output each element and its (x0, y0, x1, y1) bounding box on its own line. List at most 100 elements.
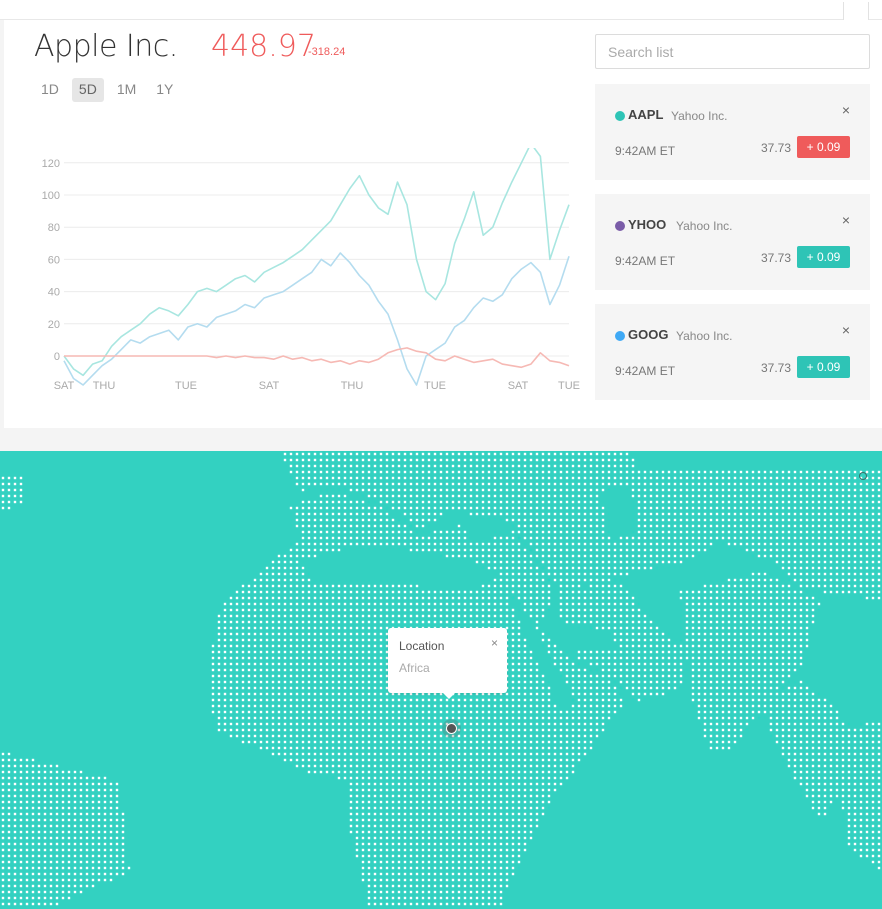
map-dot (565, 470, 569, 474)
map-dot (643, 644, 647, 648)
map-dot (307, 740, 311, 744)
map-dot (571, 704, 575, 708)
map-dot (445, 542, 449, 546)
map-dot (679, 494, 683, 498)
map-dot (619, 668, 623, 672)
range-1y[interactable]: 1Y (149, 78, 180, 102)
close-icon[interactable]: × (842, 102, 850, 118)
map-dot (367, 620, 371, 624)
map-dot (643, 638, 647, 642)
map-dot (589, 722, 593, 726)
map-dot (79, 800, 83, 804)
search-input[interactable] (595, 34, 870, 69)
map-dot (727, 500, 731, 504)
map-dot (229, 608, 233, 612)
map-dot (601, 710, 605, 714)
range-1m[interactable]: 1M (110, 78, 143, 102)
map-dot (589, 518, 593, 522)
map-dot (589, 566, 593, 570)
map-dot (583, 452, 587, 456)
map-dot (283, 758, 287, 762)
map-dot (469, 746, 473, 750)
map-dot (529, 752, 533, 756)
map-dot (295, 452, 299, 456)
watchlist-card[interactable]: YHOO Yahoo Inc. × 9:42AM ET 37.73 + 0.09 (595, 194, 870, 290)
map-dot (811, 536, 815, 540)
map-dot (823, 704, 827, 708)
map-dot (343, 698, 347, 702)
map-dot (679, 518, 683, 522)
map-dot (349, 524, 353, 528)
map-dot (847, 806, 851, 810)
map-dot (739, 518, 743, 522)
map-dot (547, 584, 551, 588)
map-dot (865, 722, 869, 726)
map-dot (721, 518, 725, 522)
map-dot (259, 734, 263, 738)
watchlist-card[interactable]: AAPL Yahoo Inc. × 9:42AM ET 37.73 + 0.09 (595, 84, 870, 180)
map-dot (835, 710, 839, 714)
map-dot (589, 734, 593, 738)
map-dot (661, 650, 665, 654)
map-dot (781, 530, 785, 534)
map-dot (595, 584, 599, 588)
close-icon[interactable]: × (842, 322, 850, 338)
map-dot (499, 536, 503, 540)
map-dot (517, 452, 521, 456)
map-dot (865, 506, 869, 510)
map-dot (487, 548, 491, 552)
map-dot (649, 650, 653, 654)
y-tick-label: 60 (48, 254, 60, 266)
map-dot (745, 644, 749, 648)
map-dot (343, 632, 347, 636)
map-dot (253, 626, 257, 630)
map-dot (577, 548, 581, 552)
topbar-button[interactable] (843, 2, 869, 22)
range-5d[interactable]: 5D (71, 78, 104, 102)
map-dot (787, 746, 791, 750)
map-dot (445, 500, 449, 504)
map-dot (733, 512, 737, 516)
map-dot (577, 458, 581, 462)
map-dot (535, 746, 539, 750)
map-dot (805, 602, 809, 606)
map-dot (43, 806, 47, 810)
map-dot (55, 782, 59, 786)
map-dot (541, 506, 545, 510)
map-dot (481, 584, 485, 588)
map-dot (571, 746, 575, 750)
map-dot (367, 452, 371, 456)
map-dot (229, 632, 233, 636)
map-dot (529, 608, 533, 612)
close-icon[interactable]: × (842, 212, 850, 228)
map-dot (13, 806, 17, 810)
map-dot (877, 572, 881, 576)
map-dot (727, 602, 731, 606)
map-dot (829, 746, 833, 750)
map-dot (367, 662, 371, 666)
map-dot (787, 692, 791, 696)
map-dot (307, 554, 311, 558)
watchlist-card[interactable]: GOOG Yahoo Inc. × 9:42AM ET 37.73 + 0.09 (595, 304, 870, 400)
map-dot (655, 650, 659, 654)
range-1d[interactable]: 1D (34, 78, 66, 102)
map-dot (673, 548, 677, 552)
price-change: -318.24 (308, 46, 346, 58)
map-dot (829, 752, 833, 756)
map-dot (757, 470, 761, 474)
map-dot (457, 464, 461, 468)
map-dot (601, 698, 605, 702)
map-dot (613, 656, 617, 660)
map-dot (421, 536, 425, 540)
map-dot (343, 704, 347, 708)
map-dot (631, 554, 635, 558)
map-dot (859, 734, 863, 738)
map-dot (643, 524, 647, 528)
map-dot (265, 734, 269, 738)
map-dot (781, 470, 785, 474)
map-dot (295, 764, 299, 768)
map-dot (43, 770, 47, 774)
map-dot (715, 608, 719, 612)
map-dot (301, 572, 305, 576)
map-dot (841, 758, 845, 762)
